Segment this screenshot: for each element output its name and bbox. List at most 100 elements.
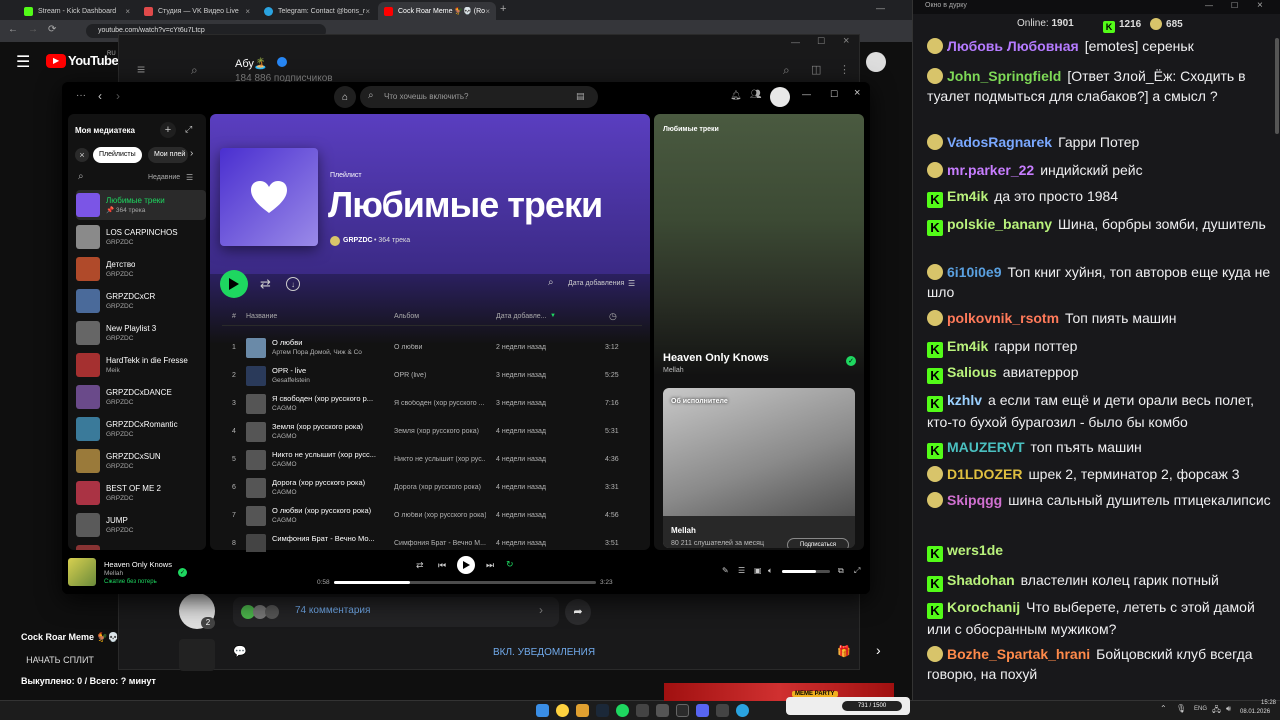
previous-icon[interactable]: ⏮︎ [438, 560, 446, 571]
play-pause-button[interactable] [457, 556, 475, 574]
chat-username[interactable]: Salious [947, 364, 997, 380]
library-item[interactable]: Любимые треки 📌 364 трека [76, 190, 206, 220]
obs-icon[interactable] [636, 704, 649, 717]
start-split-button[interactable]: НАЧАТЬ СПЛИТ [20, 650, 100, 670]
reload-icon[interactable]: ⟳ [48, 24, 56, 35]
next-icon[interactable]: ⏭︎ [486, 560, 494, 571]
menu-icon[interactable]: ≡ [137, 61, 145, 77]
scrollbar[interactable] [1275, 38, 1279, 134]
library-item[interactable]: JUMP GRPZDC [76, 510, 206, 540]
chat-username[interactable]: wers1de [947, 542, 1003, 558]
queue-icon[interactable]: ☰ [738, 566, 745, 575]
back-icon[interactable]: ← [8, 24, 18, 35]
search-input[interactable]: Что хочешь включить? [384, 92, 468, 101]
track-title[interactable]: О любви [272, 338, 384, 347]
volume-icon[interactable]: 🔈︎ [768, 566, 773, 576]
column-title[interactable]: Название [246, 313, 277, 320]
home-icon[interactable]: ⌂ [334, 86, 356, 108]
chrome-icon[interactable] [556, 704, 569, 717]
chat-username[interactable]: Любовь Любовная [947, 38, 1079, 54]
sidebar-toggle-icon[interactable]: ◫ [811, 63, 821, 76]
sort-recent[interactable]: Недавние [148, 174, 180, 181]
browser-tab-active[interactable]: Cock Roar Meme 🐓💀 (Rooster... × [378, 2, 496, 20]
close-icon[interactable]: × [125, 7, 130, 16]
menu-icon[interactable]: ☰ [16, 52, 30, 72]
chat-username[interactable]: Skipqgg [947, 492, 1002, 508]
repeat-icon[interactable]: ↻ [506, 559, 514, 570]
add-icon[interactable]: + [160, 122, 176, 138]
library-item[interactable]: BEST OF ME 2 GRPZDC [76, 478, 206, 508]
browser-tab[interactable]: Stream - Kick Dashboard × [18, 2, 136, 20]
close-icon[interactable]: × [843, 35, 849, 47]
table-row[interactable]: 7 О любви (хор русского рока) CAGMO О любви… [222, 502, 642, 530]
close-icon[interactable]: × [245, 7, 250, 16]
chat-username[interactable]: polskie_banany [947, 216, 1052, 232]
maximize-icon[interactable]: ☐ [1231, 1, 1238, 10]
connect-device-icon[interactable]: ▣ [754, 566, 762, 575]
progress-bar[interactable] [334, 581, 596, 584]
microphone-icon[interactable]: 🎙︎ [1176, 704, 1186, 713]
chat-bubble-icon[interactable]: 💬 [233, 645, 247, 658]
table-row[interactable]: 5 Никто не услышит (хор русс... CAGMO Никто… [222, 446, 642, 474]
track-title[interactable]: Я свободен (хор русского р... [272, 394, 384, 403]
youtube-logo-icon[interactable]: ▶ [46, 54, 66, 68]
track-artist[interactable]: CAGMO [272, 461, 297, 468]
track-album[interactable]: Я свободен (хор русского ... [394, 400, 486, 407]
clock-time[interactable]: 15:28 [1244, 700, 1276, 706]
chat-username[interactable]: Bozhe_Spartak_hrani [947, 646, 1090, 662]
playlist-owner[interactable]: GRPZDC [343, 237, 373, 244]
table-row[interactable]: 4 Земля (хор русского рока) CAGMO Земля (хо… [222, 418, 642, 446]
track-artist[interactable]: CAGMO [272, 517, 297, 524]
library-title[interactable]: Моя медиатека [75, 126, 135, 135]
track-artist[interactable]: Артем Пора Домой, Чиж & Co [272, 349, 362, 356]
language-indicator[interactable]: ENG [1194, 706, 1207, 712]
track-album[interactable]: Земля (хор русского рока) [394, 428, 486, 435]
track-title[interactable]: Симфония Брат - Вечно Мо... [272, 534, 384, 543]
library-item[interactable]: LOS CARPINCHOS GRPZDC [76, 222, 206, 252]
track-title[interactable]: OPR - live [272, 366, 384, 375]
table-row[interactable]: 2 OPR - live Gesaffelstein OPR (live) 3 неде… [222, 362, 642, 390]
track-album[interactable]: OPR (live) [394, 372, 486, 379]
artist-name[interactable]: Mellah [671, 526, 696, 535]
library-item[interactable]: GRPZDCxDANCE GRPZDC [76, 382, 206, 412]
shuffle-icon[interactable]: ⇄ [416, 560, 424, 571]
avatar[interactable] [770, 87, 790, 107]
filter-mine-chip[interactable]: Мои плей [148, 147, 188, 163]
telegram-icon[interactable] [736, 704, 749, 717]
chevron-up-icon[interactable]: ⌃ [1160, 704, 1167, 713]
library-item[interactable]: HardTekk in die Fresse Meik [76, 350, 206, 380]
track-album[interactable]: О любви (хор русского рока) [394, 512, 486, 519]
track-artist[interactable]: Gesaffelstein [272, 377, 310, 384]
search-icon[interactable]: ⌕ [783, 63, 790, 78]
track-album[interactable]: Дорога (хор русского рока) [394, 484, 486, 491]
track-album[interactable]: О любви [394, 344, 486, 351]
minimize-icon[interactable]: — [802, 89, 811, 99]
chevron-right-icon[interactable]: › [876, 642, 881, 658]
close-icon[interactable]: × [485, 7, 490, 16]
chat-username[interactable]: polkovnik_rsotm [947, 310, 1059, 326]
app-icon[interactable] [716, 704, 729, 717]
gift-icon[interactable]: 🎁 [837, 645, 851, 658]
chat-username[interactable]: Em4ik [947, 188, 988, 204]
table-row[interactable]: 1 О любви Артем Пора Домой, Чиж & Co О любв… [222, 334, 642, 362]
minimize-icon[interactable]: — [1205, 1, 1213, 10]
library-item[interactable]: GRPZDCxRomantic GRPZDC [76, 414, 206, 444]
chat-username[interactable]: John_Springfield [947, 68, 1061, 84]
fullscreen-icon[interactable]: ⤢ [854, 566, 860, 576]
friends-icon[interactable]: 👥︎ [750, 89, 761, 100]
close-icon[interactable]: × [854, 87, 860, 99]
saved-check-icon[interactable]: ✓ [178, 568, 187, 577]
library-item[interactable]: New Playlist 3 GRPZDC [76, 318, 206, 348]
track-title[interactable]: О любви (хор русского рока) [272, 506, 384, 515]
library-item[interactable]: BEST OF ME [76, 542, 206, 550]
browser-tab[interactable]: Студия — VK Видео Live × [138, 2, 256, 20]
bell-icon[interactable]: 🔔︎ [730, 90, 741, 101]
search-icon[interactable]: ⌕ [548, 277, 554, 288]
track-artist[interactable]: CAGMO [272, 433, 297, 440]
maximize-icon[interactable]: ☐ [830, 89, 838, 100]
close-icon[interactable]: × [1257, 0, 1263, 11]
track-album[interactable]: Симфония Брат - Вечно М... [394, 540, 486, 547]
lyrics-icon[interactable]: ✎ [722, 566, 729, 575]
saved-check-icon[interactable]: ✓ [846, 356, 856, 366]
panel-artist[interactable]: Mellah [663, 367, 684, 374]
